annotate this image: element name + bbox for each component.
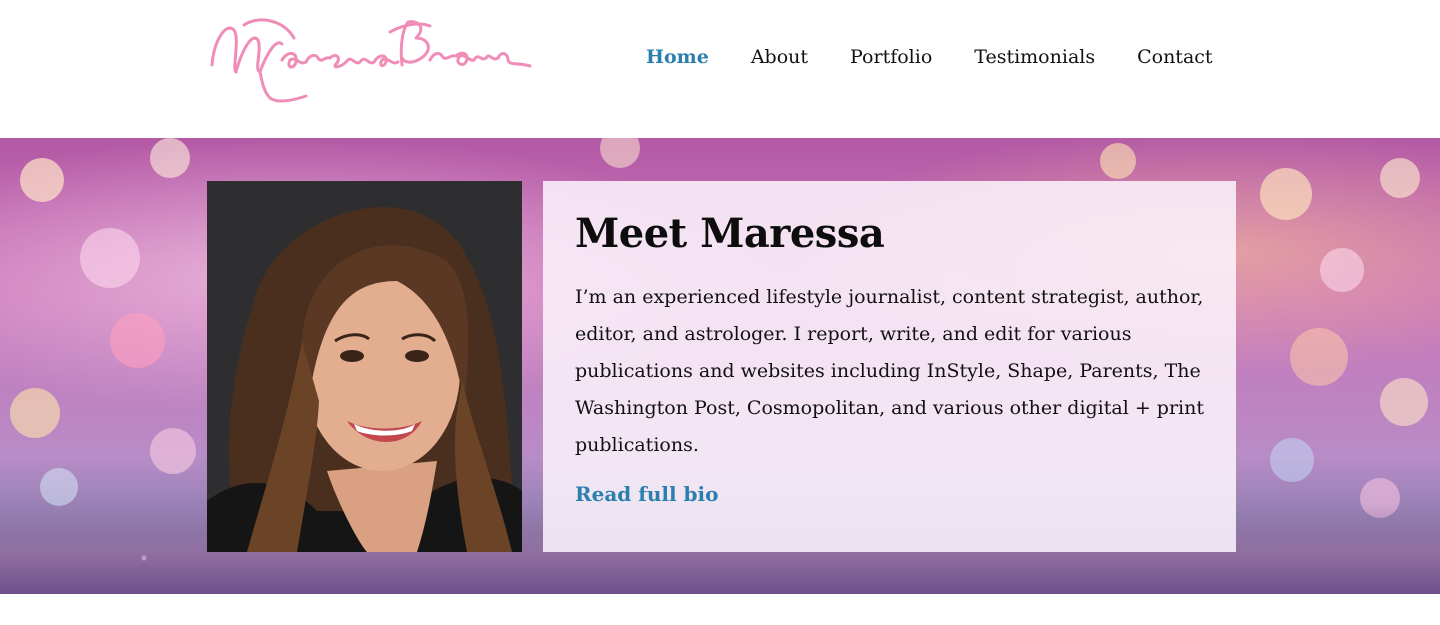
nav-link-contact[interactable]: Contact xyxy=(1137,44,1212,70)
signature-logo-image xyxy=(210,18,532,103)
hero-body-text: I’m an experienced lifestyle journalist,… xyxy=(575,286,1204,456)
nav-link-home[interactable]: Home xyxy=(646,44,709,70)
profile-photo xyxy=(207,181,522,552)
main-nav: Home About Portfolio Testimonials Contac… xyxy=(646,44,1213,70)
read-full-bio-link[interactable]: Read full bio xyxy=(575,482,718,506)
intro-card: Meet Maressa I’m an experienced lifestyl… xyxy=(543,181,1236,552)
nav-link-testimonials[interactable]: Testimonials xyxy=(974,44,1095,70)
nav-link-portfolio[interactable]: Portfolio xyxy=(850,44,932,70)
site-logo[interactable] xyxy=(204,10,534,110)
hero-title: Meet Maressa xyxy=(575,210,885,257)
nav-link-about[interactable]: About xyxy=(751,44,808,70)
site-header: Home About Portfolio Testimonials Contac… xyxy=(0,0,1440,138)
portrait-image xyxy=(207,181,522,552)
hero-section: Meet Maressa I’m an experienced lifestyl… xyxy=(0,138,1440,594)
